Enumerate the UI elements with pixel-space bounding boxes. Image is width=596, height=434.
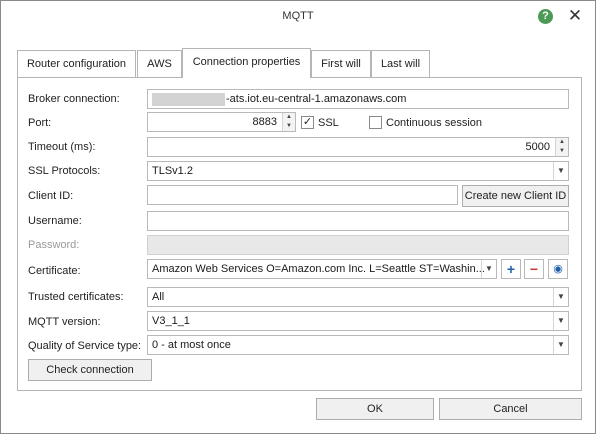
tab-connection-properties[interactable]: Connection properties	[182, 48, 311, 78]
timeout-spinner[interactable]: ▲ ▼	[555, 138, 568, 156]
certificate-label: Certificate:	[28, 265, 81, 277]
broker-connection-input[interactable]: -ats.iot.eu-central-1.amazonaws.com	[147, 89, 569, 109]
password-input	[147, 235, 569, 255]
redacted-host	[152, 92, 225, 106]
ssl-protocols-select[interactable]: TLSv1.2 ▼	[147, 161, 569, 181]
trusted-certificates-select[interactable]: All ▼	[147, 287, 569, 307]
chevron-down-icon[interactable]: ▼	[481, 260, 496, 278]
certificate-select[interactable]: Amazon Web Services O=Amazon.com Inc. L=…	[147, 259, 497, 279]
port-label: Port:	[28, 117, 52, 129]
tab-last-will[interactable]: Last will	[371, 50, 430, 78]
ssl-checkbox[interactable]: ✓	[301, 116, 314, 129]
check-connection-button[interactable]: Check connection	[28, 359, 152, 381]
tab-first-will[interactable]: First will	[311, 50, 371, 78]
create-client-id-button[interactable]: Create new Client ID	[462, 185, 569, 207]
mqtt-version-value: V3_1_1	[152, 315, 190, 327]
view-icon[interactable]: ◉	[548, 259, 568, 279]
chevron-up-icon[interactable]: ▲	[283, 113, 295, 122]
remove-icon[interactable]: −	[524, 259, 544, 279]
username-label: Username:	[28, 215, 82, 227]
chevron-down-icon[interactable]: ▼	[283, 122, 295, 131]
qos-label: Quality of Service type:	[28, 340, 142, 352]
timeout-value: 5000	[525, 141, 550, 153]
continuous-session-label: Continuous session	[386, 117, 483, 129]
title-bar: MQTT ? ✕	[1, 1, 595, 31]
add-icon[interactable]: +	[501, 259, 521, 279]
port-spinner[interactable]: ▲ ▼	[282, 113, 295, 131]
chevron-down-icon[interactable]: ▼	[553, 336, 568, 354]
mqtt-dialog: MQTT ? ✕ Router configuration AWS Connec…	[0, 0, 596, 434]
client-id-input[interactable]	[147, 185, 458, 205]
ssl-label: SSL	[318, 117, 339, 129]
chevron-down-icon[interactable]: ▼	[556, 147, 568, 156]
qos-select[interactable]: 0 - at most once ▼	[147, 335, 569, 355]
mqtt-version-label: MQTT version:	[28, 316, 101, 328]
trusted-certificates-label: Trusted certificates:	[28, 291, 124, 303]
help-icon[interactable]: ?	[538, 9, 553, 24]
window-title: MQTT	[282, 10, 314, 22]
trusted-certificates-value: All	[152, 291, 165, 303]
port-input[interactable]: 8883 ▲ ▼	[147, 112, 296, 132]
tab-aws[interactable]: AWS	[137, 50, 182, 78]
broker-connection-label: Broker connection:	[28, 93, 120, 105]
ssl-protocols-label: SSL Protocols:	[28, 165, 101, 177]
timeout-label: Timeout (ms):	[28, 141, 96, 153]
mqtt-version-select[interactable]: V3_1_1 ▼	[147, 311, 569, 331]
tab-router-configuration[interactable]: Router configuration	[17, 50, 136, 78]
chevron-down-icon[interactable]: ▼	[553, 162, 568, 180]
ok-button[interactable]: OK	[316, 398, 434, 420]
chevron-up-icon[interactable]: ▲	[556, 138, 568, 147]
username-input[interactable]	[147, 211, 569, 231]
qos-value: 0 - at most once	[152, 339, 231, 351]
client-id-label: Client ID:	[28, 190, 74, 202]
broker-host-suffix: -ats.iot.eu-central-1.amazonaws.com	[226, 93, 407, 105]
port-value: 8883	[252, 116, 277, 128]
chevron-down-icon[interactable]: ▼	[553, 312, 568, 330]
continuous-session-checkbox[interactable]	[369, 116, 382, 129]
timeout-input[interactable]: 5000 ▲ ▼	[147, 137, 569, 157]
cancel-button[interactable]: Cancel	[439, 398, 582, 420]
close-icon[interactable]: ✕	[567, 7, 583, 25]
ssl-protocols-value: TLSv1.2	[152, 165, 193, 177]
password-label: Password:	[28, 239, 80, 251]
certificate-value: Amazon Web Services O=Amazon.com Inc. L=…	[152, 263, 485, 275]
chevron-down-icon[interactable]: ▼	[553, 288, 568, 306]
